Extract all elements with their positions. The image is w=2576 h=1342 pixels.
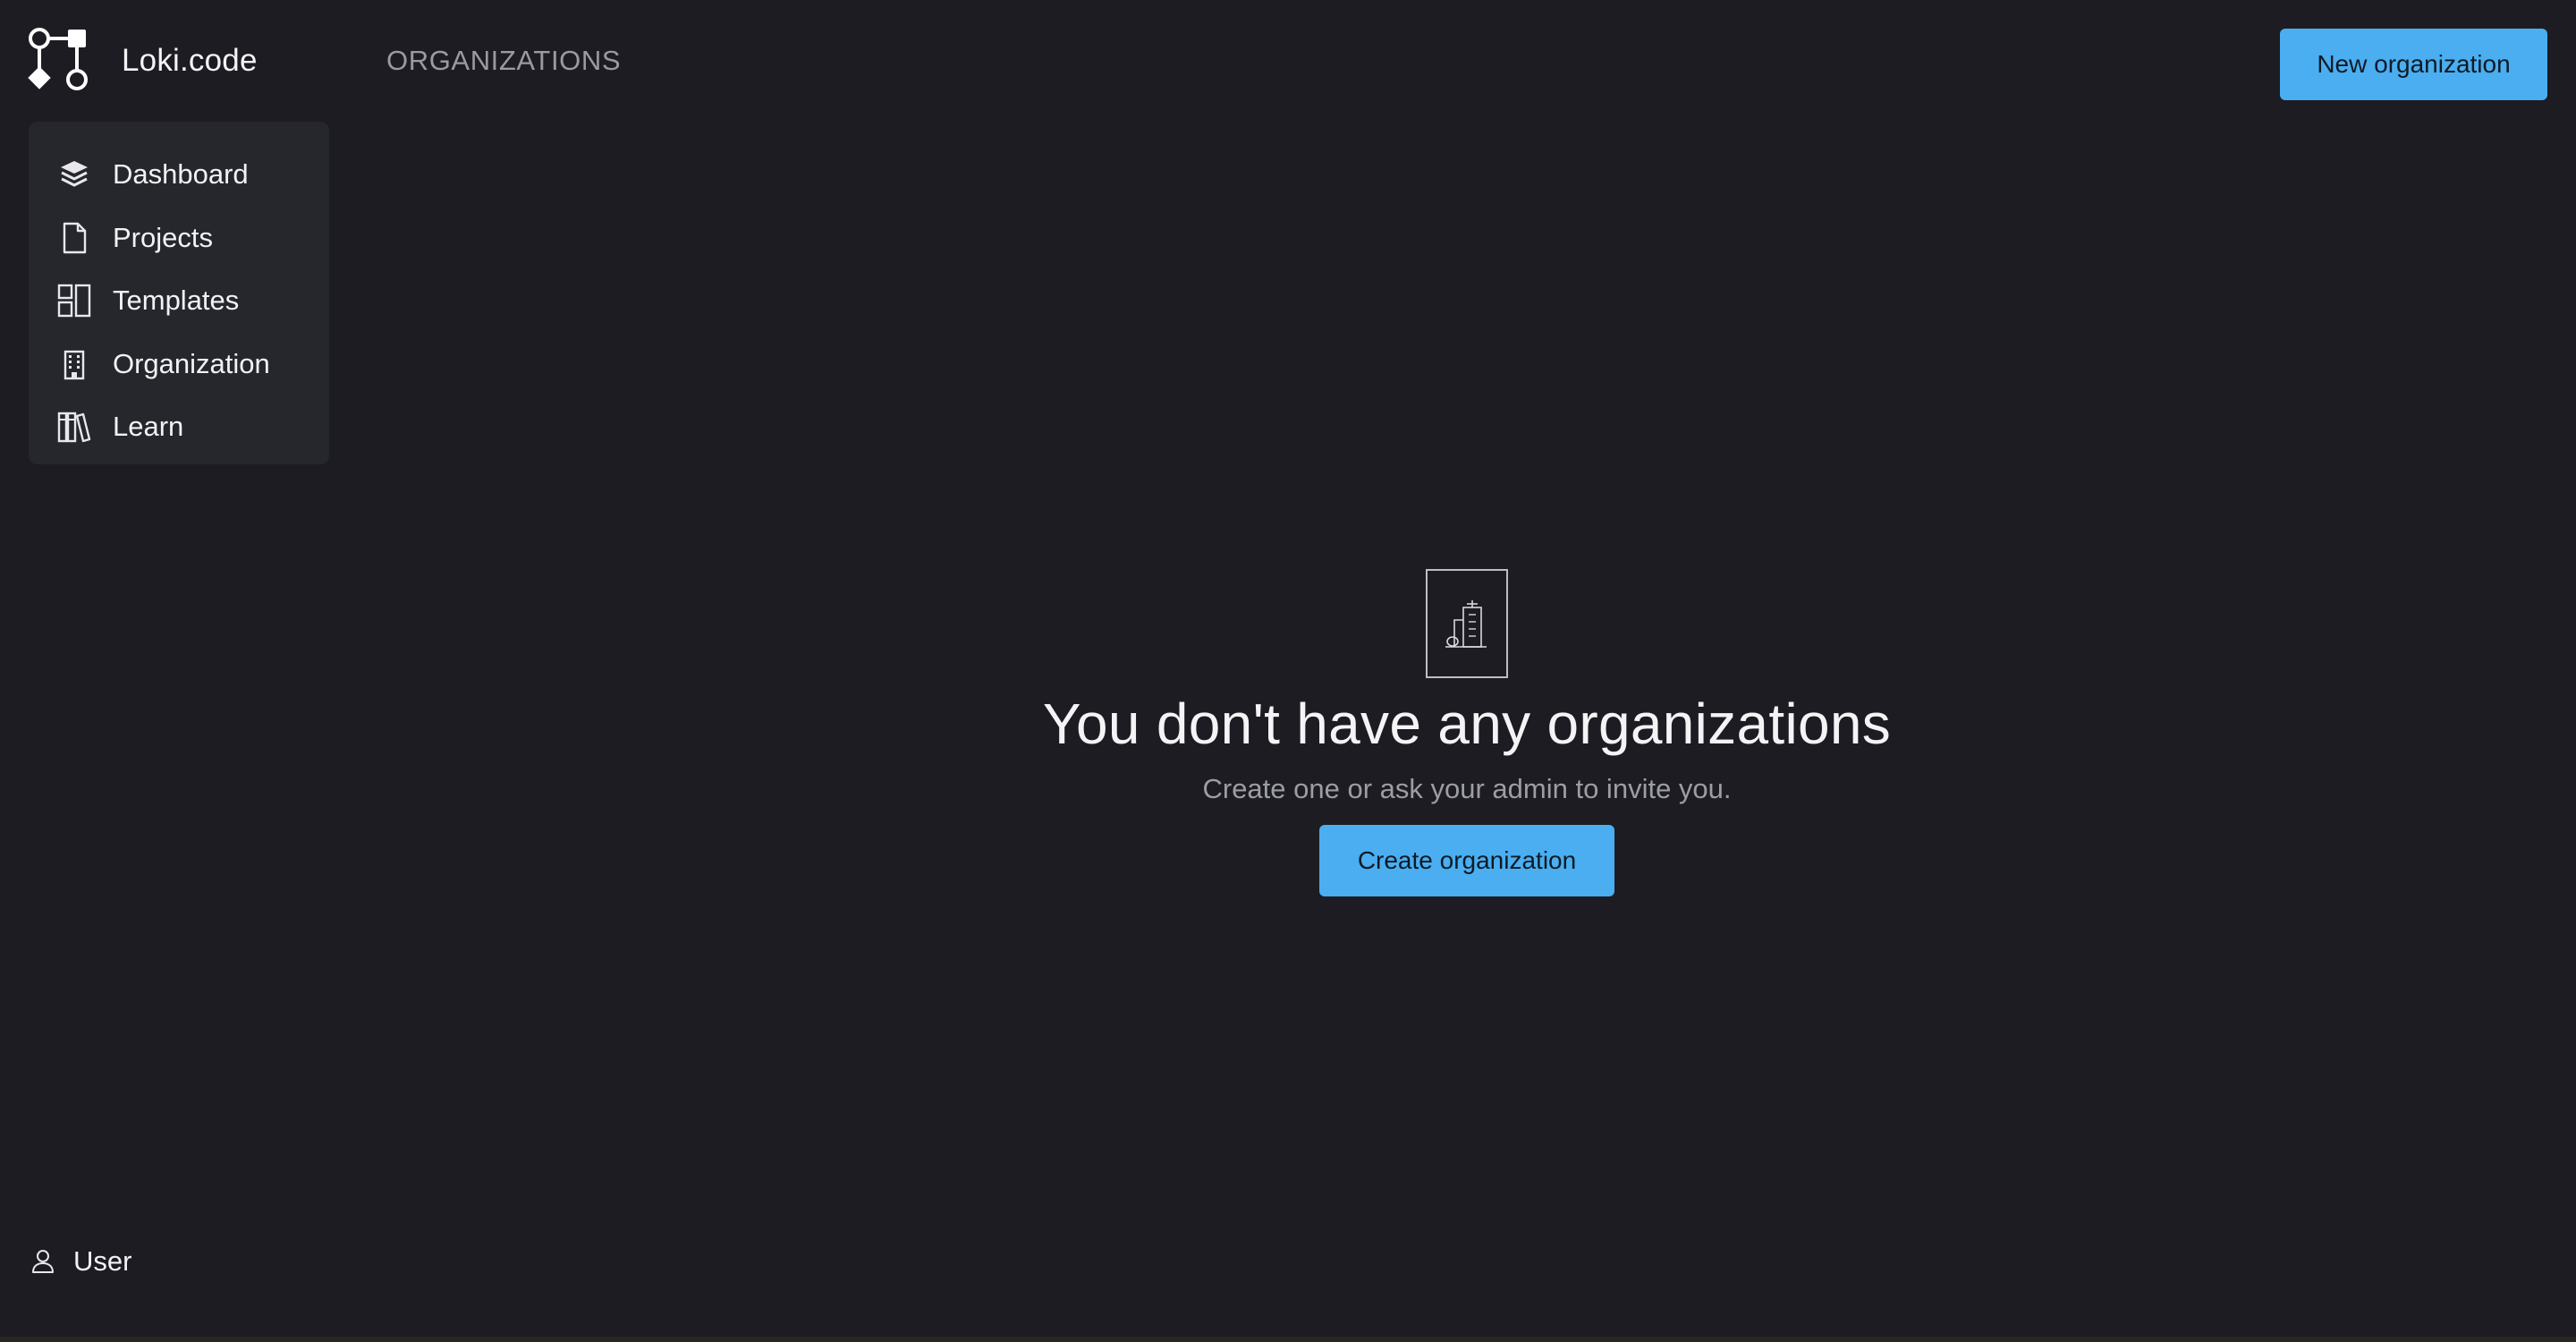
page-title: ORGANIZATIONS	[386, 45, 622, 76]
sidebar-item-label: Learn	[113, 411, 184, 443]
sidebar-item-label: Dashboard	[113, 158, 249, 191]
empty-state-title: You don't have any organizations	[1042, 692, 1892, 756]
user-icon	[32, 1250, 54, 1273]
books-icon	[55, 408, 93, 446]
sidebar-item-label: Templates	[113, 285, 240, 317]
loki-logo-icon	[28, 28, 88, 90]
building-illustration-icon	[1426, 569, 1508, 678]
window-bottom-edge	[0, 1337, 2576, 1342]
file-icon	[55, 219, 93, 257]
empty-state-subtitle: Create one or ask your admin to invite y…	[1202, 773, 1732, 804]
new-organization-button[interactable]: New organization	[2280, 29, 2547, 100]
app-logo[interactable]: Loki.code	[27, 27, 258, 95]
layout-icon	[55, 282, 93, 319]
sidebar-nav: Dashboard Projects Templates Organizatio…	[29, 122, 329, 464]
sidebar-item-projects[interactable]: Projects	[29, 207, 329, 270]
user-label: User	[73, 1245, 132, 1277]
app-name: Loki.code	[122, 43, 258, 78]
sidebar-item-dashboard[interactable]: Dashboard	[29, 143, 329, 207]
sidebar-item-label: Organization	[113, 347, 270, 379]
sidebar-item-label: Projects	[113, 221, 213, 253]
building-icon	[55, 345, 93, 383]
sidebar-item-learn[interactable]: Learn	[29, 395, 329, 459]
app-window: Loki.code ORGANIZATIONS New organization…	[0, 0, 2576, 1342]
user-menu[interactable]: User	[30, 1245, 131, 1278]
empty-state: You don't have any organizations Create …	[894, 569, 2039, 896]
sidebar-item-organization[interactable]: Organization	[29, 333, 329, 396]
sidebar-item-templates[interactable]: Templates	[29, 269, 329, 333]
create-organization-button[interactable]: Create organization	[1319, 825, 1614, 896]
layers-icon	[55, 156, 93, 193]
